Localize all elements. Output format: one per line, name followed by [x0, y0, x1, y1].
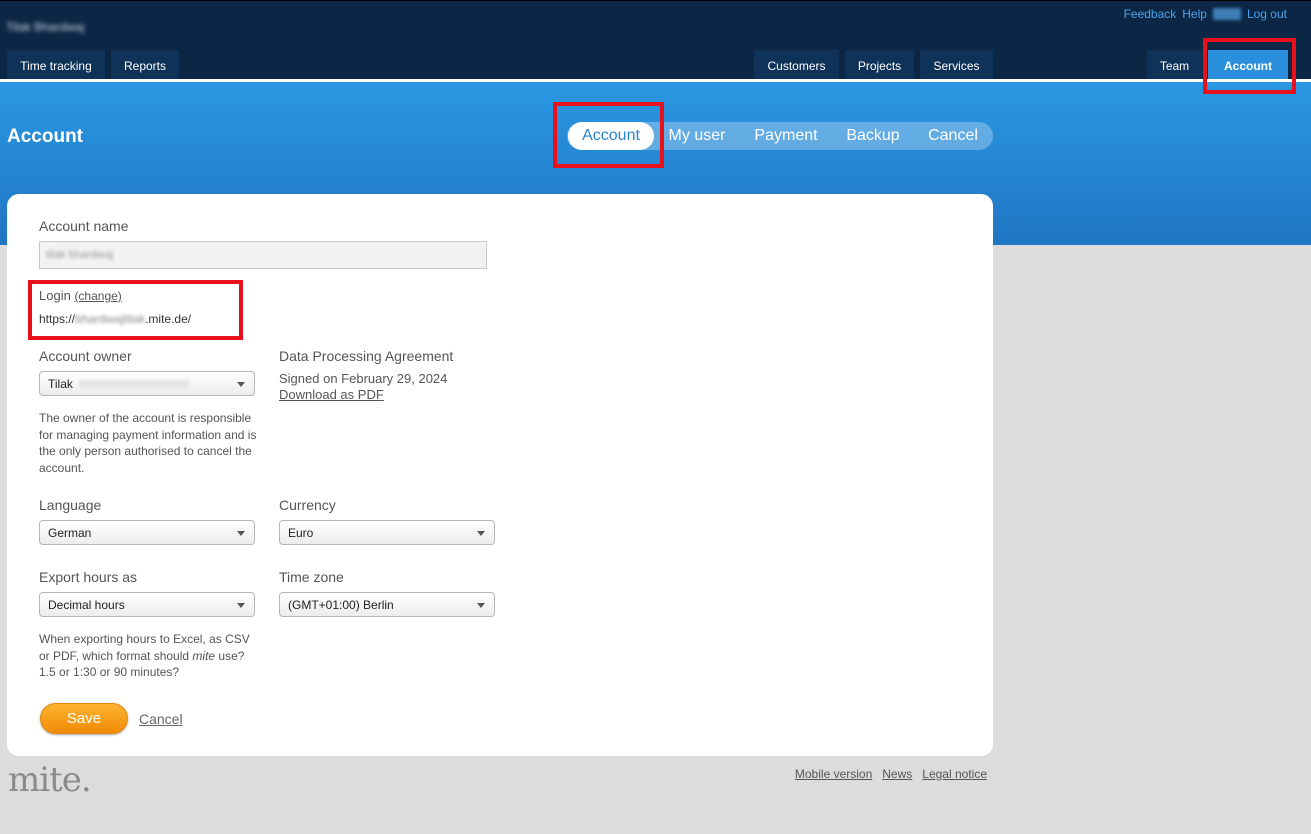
login-label: Login (change) [39, 288, 122, 303]
dpa-download-link[interactable]: Download as PDF [279, 387, 384, 402]
chevron-down-icon [237, 531, 245, 536]
account-owner-help: The owner of the account is responsible … [39, 411, 257, 475]
subnav-tab-payment[interactable]: Payment [746, 122, 826, 150]
save-button[interactable]: Save [40, 703, 128, 734]
top-navigation-bar [0, 0, 1311, 82]
logout-link[interactable]: Log out [1247, 7, 1287, 21]
currency-value: Euro [288, 525, 314, 540]
owner-surname-redacted [78, 379, 189, 388]
mite-logo[interactable]: mite. [8, 760, 92, 800]
export-help-brand: mite [192, 648, 216, 663]
time-zone-value: (GMT+01:00) Berlin [288, 597, 394, 612]
account-name-value: tilak bhardwaj [46, 249, 114, 261]
language-value: German [48, 525, 92, 540]
footer-link-mobile-version[interactable]: Mobile version [795, 767, 872, 781]
top-links: Feedback Help Log out [1118, 7, 1287, 21]
footer-link-news[interactable]: News [882, 767, 912, 781]
time-zone-select[interactable]: (GMT+01:00) Berlin [279, 592, 495, 617]
nav-tab-team[interactable]: Team [1147, 50, 1202, 81]
chevron-down-icon [477, 603, 485, 608]
login-label-text: Login [39, 288, 71, 303]
feedback-link[interactable]: Feedback [1124, 7, 1177, 21]
login-url: https://bhardwajtilak.mite.de/ [39, 311, 191, 328]
export-hours-value: Decimal hours [48, 597, 125, 612]
organization-name: Tilak Bhardwaj [6, 20, 85, 34]
nav-tab-services[interactable]: Services [920, 50, 993, 81]
account-name-input[interactable]: tilak bhardwaj [39, 241, 487, 269]
account-name-label: Account name [39, 218, 129, 234]
language-label: Language [39, 497, 102, 513]
nav-tab-reports[interactable]: Reports [111, 50, 179, 81]
account-owner-value: Tilak [48, 376, 73, 391]
nav-tab-customers[interactable]: Customers [754, 50, 839, 81]
cancel-link[interactable]: Cancel [139, 711, 183, 727]
export-hours-label: Export hours as [39, 569, 138, 585]
currency-select[interactable]: Euro [279, 520, 495, 545]
chevron-down-icon [477, 531, 485, 536]
login-url-suffix: .mite.de/ [145, 312, 192, 326]
footer-link-legal-notice[interactable]: Legal notice [922, 767, 987, 781]
help-link[interactable]: Help [1182, 7, 1207, 21]
nav-tab-account[interactable]: Account [1208, 50, 1288, 81]
export-hours-select[interactable]: Decimal hours [39, 592, 255, 617]
subnav-tab-my-user[interactable]: My user [660, 122, 734, 150]
currency-label: Currency [279, 497, 336, 513]
login-url-prefix: https:// [39, 312, 76, 326]
subnav-tab-backup[interactable]: Backup [838, 122, 908, 150]
chevron-down-icon [237, 603, 245, 608]
chevron-down-icon [237, 382, 245, 387]
page-title: Account [7, 126, 83, 147]
footer-links: Mobile version News Legal notice [795, 767, 987, 781]
login-url-redacted: bhardwajtilak [75, 312, 146, 326]
dpa-signed-date: Signed on February 29, 2024 [279, 371, 448, 386]
user-name-redacted[interactable] [1212, 8, 1241, 20]
nav-tab-projects[interactable]: Projects [845, 50, 914, 81]
subnav-tab-cancel[interactable]: Cancel [920, 122, 986, 150]
time-zone-label: Time zone [279, 569, 344, 585]
subnav-tab-account[interactable]: Account [568, 122, 654, 150]
export-hours-help: When exporting hours to Excel, as CSV or… [39, 631, 259, 681]
nav-tab-time-tracking[interactable]: Time tracking [7, 50, 105, 81]
account-owner-label: Account owner [39, 348, 132, 364]
dpa-label: Data Processing Agreement [279, 348, 454, 364]
login-change-link[interactable]: (change) [74, 289, 121, 303]
account-owner-select[interactable]: Tilak [39, 371, 255, 396]
language-select[interactable]: German [39, 520, 255, 545]
